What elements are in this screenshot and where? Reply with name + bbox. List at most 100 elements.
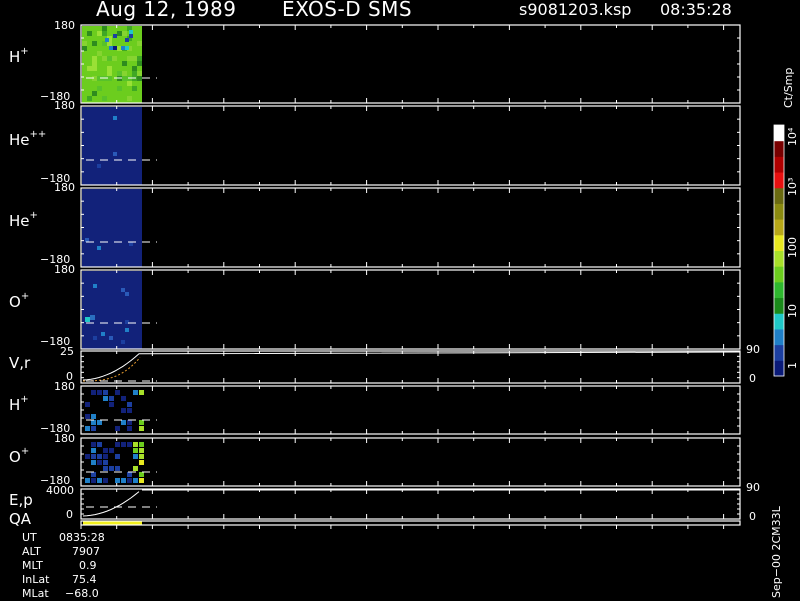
- spectrogram-cell: [115, 478, 120, 483]
- spectrogram-cell: [139, 454, 144, 459]
- spectrogram-cell: [91, 478, 96, 483]
- colorbar-swatch: [774, 266, 784, 283]
- spectrogram-cell: [109, 46, 113, 50]
- spectrogram-cell: [103, 448, 108, 453]
- spectrogram-cell: [113, 152, 117, 156]
- panel-frame: [80, 520, 741, 526]
- panel-label-vr: V,r: [9, 354, 31, 372]
- colorbar-swatch: [774, 156, 784, 173]
- spectrogram-cell: [122, 31, 127, 36]
- spectrogram-plot: [80, 24, 785, 529]
- spectrogram-cell: [85, 317, 90, 322]
- spectrogram-cell: [102, 26, 107, 31]
- tick-label: 0: [66, 508, 73, 521]
- energy-line: [82, 491, 140, 517]
- spectrogram-cell: [139, 420, 144, 425]
- right-axis-label: 0: [749, 510, 756, 523]
- spectrogram-cell: [92, 56, 97, 61]
- spectrogram-cell: [102, 96, 107, 101]
- spectrogram-cell: [113, 116, 117, 120]
- panel-label-o-plus-2: O+: [9, 446, 30, 466]
- spectrogram-cell: [127, 96, 132, 101]
- spectrogram-cell: [82, 41, 87, 46]
- spectrogram-cell: [139, 442, 144, 447]
- spectrogram-cell: [115, 390, 120, 395]
- colorbar-swatch: [774, 344, 784, 361]
- spectrogram-cell: [103, 466, 108, 471]
- right-axis-label: 0: [749, 372, 756, 385]
- spectrogram-cell: [133, 390, 138, 395]
- spectrogram-cell: [101, 332, 105, 336]
- colorbar-swatch: [774, 172, 784, 189]
- spectrogram-cell: [102, 56, 107, 61]
- velocity-line: [82, 351, 741, 381]
- spectrogram-cell: [125, 38, 129, 42]
- spectrogram-cell: [122, 76, 127, 81]
- info-key: MLT: [22, 559, 43, 572]
- spectrogram-cell: [90, 315, 95, 320]
- spectrogram-cell: [109, 466, 114, 471]
- spectrogram-cell: [97, 442, 102, 447]
- spectrogram-cell: [107, 66, 112, 71]
- colorbar-swatch: [774, 328, 784, 346]
- spectrogram-cell: [109, 396, 114, 401]
- spectrogram-cell: [91, 442, 96, 447]
- spectrogram-cell: [127, 402, 132, 407]
- panel-frame: [80, 24, 741, 104]
- spectrogram-cell: [113, 46, 117, 50]
- tick-label: 180: [54, 380, 75, 393]
- spectrogram-cell: [92, 41, 97, 46]
- panel-frame: [80, 437, 741, 487]
- spectrogram-cell: [103, 454, 108, 459]
- panel-frame: [80, 105, 741, 186]
- spectrogram-cell: [137, 61, 142, 66]
- spectrogram-cell: [129, 34, 133, 38]
- spectrogram-cell: [85, 238, 89, 242]
- colorbar-swatch: [774, 297, 784, 314]
- orbit-info: UT 0835:28 ALT 7907 MLT 0.9 InLat 75.4 MLat −…: [22, 531, 132, 601]
- spectrogram-cell: [97, 420, 102, 425]
- colorbar-swatch: [774, 219, 784, 236]
- info-row: UT 0835:28: [22, 531, 132, 545]
- spectrogram-cell: [127, 81, 132, 86]
- colorbar-swatch: [774, 187, 784, 204]
- spectrogram-cell: [127, 472, 132, 477]
- spectrogram-cell: [139, 478, 144, 483]
- spectrogram-cell: [127, 426, 132, 431]
- spectrogram-cell: [121, 396, 126, 401]
- spectrogram-cell: [132, 71, 137, 76]
- spectrogram-cell: [115, 426, 120, 431]
- spectrogram-cell: [121, 46, 125, 50]
- colorbar-swatch: [774, 313, 784, 330]
- panel-label-ep: E,p: [9, 491, 33, 509]
- spectrogram-cell: [92, 66, 97, 71]
- spectrogram-cell: [85, 414, 90, 419]
- spectrogram-cell: [139, 390, 144, 395]
- spectrogram-cell: [127, 442, 132, 447]
- spectrogram-cell: [92, 61, 97, 66]
- spectrogram-cell: [85, 454, 90, 459]
- info-row: MLT 0.9: [22, 559, 132, 573]
- spectrogram-cell: [125, 46, 129, 50]
- spectrogram-cell: [91, 420, 96, 425]
- spectrogram-cell: [132, 66, 137, 71]
- spectrogram-cell: [127, 408, 132, 413]
- colorbar-tick: 10⁴: [786, 127, 799, 146]
- panel-label-h-plus-2: H+: [9, 394, 29, 414]
- spectrogram-cell: [132, 56, 137, 61]
- spectrogram-cell: [105, 38, 109, 42]
- spectrogram-cell: [139, 460, 144, 465]
- spectrogram-cell: [127, 56, 132, 61]
- info-value: 0.9: [79, 559, 97, 572]
- spectrogram-cell: [97, 478, 102, 483]
- spectrogram-cell: [109, 402, 114, 407]
- spectrogram-cell: [112, 56, 117, 61]
- spectrogram-cell: [103, 460, 108, 465]
- spectrogram-cells: [82, 189, 142, 267]
- tick-label: 4000: [46, 484, 74, 497]
- spectrogram-cell: [122, 71, 127, 76]
- spectrogram-cell: [97, 51, 102, 56]
- spectrogram-cell: [127, 478, 132, 483]
- spectrogram-cell: [107, 71, 112, 76]
- spectrogram-cell: [115, 442, 120, 447]
